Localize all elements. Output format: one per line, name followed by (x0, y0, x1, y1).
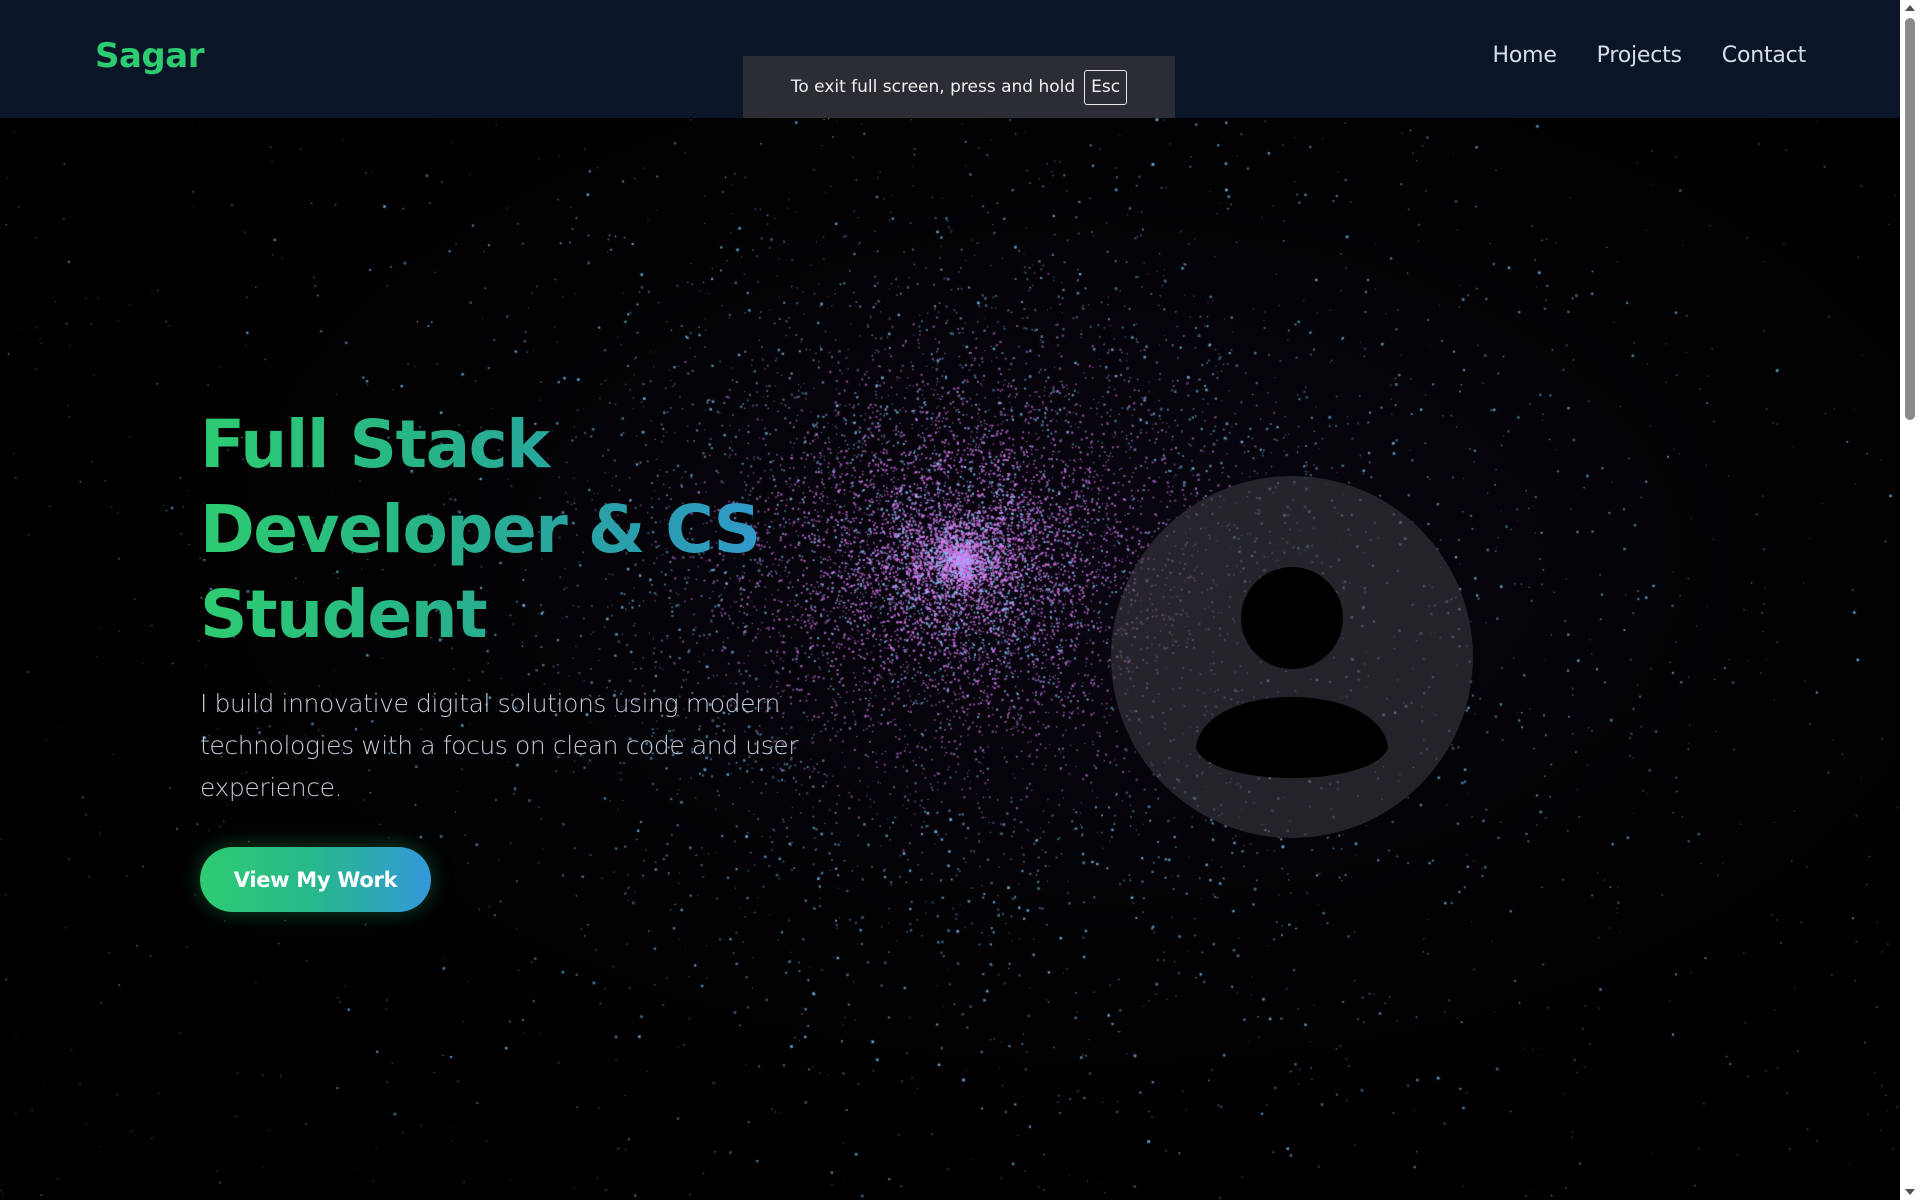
hero-title-line-1: Full Stack (200, 406, 549, 483)
nav-home-link[interactable]: Home (1492, 43, 1556, 68)
hero-title: Full Stack Developer & CS Student (200, 402, 840, 657)
brand-logo[interactable]: Sagar (95, 36, 204, 76)
hero-section: Sagar Home Projects Contact To exit full… (0, 0, 1900, 1200)
nav-links: Home Projects Contact (1492, 43, 1806, 68)
nav-contact-link[interactable]: Contact (1722, 43, 1806, 68)
fullscreen-exit-notice: To exit full screen, press and hold Esc (743, 56, 1175, 118)
esc-key-badge: Esc (1084, 69, 1128, 105)
scrollbar-thumb[interactable] (1905, 18, 1915, 420)
hero-title-line-2: Developer & CS (200, 491, 760, 568)
view-my-work-button[interactable]: View My Work (200, 847, 431, 912)
fullscreen-notice-text: To exit full screen, press and hold (790, 77, 1076, 97)
hero-title-line-3: Student (200, 576, 487, 653)
chevron-down-icon[interactable] (1900, 1184, 1920, 1200)
chevron-up-icon[interactable] (1900, 0, 1920, 16)
page: Sagar Home Projects Contact To exit full… (0, 0, 1920, 1200)
user-avatar-icon (1111, 476, 1473, 838)
nav-projects-link[interactable]: Projects (1597, 43, 1682, 68)
vertical-scrollbar[interactable] (1900, 0, 1920, 1200)
hero-subtitle: I build innovative digital solutions usi… (200, 689, 799, 802)
